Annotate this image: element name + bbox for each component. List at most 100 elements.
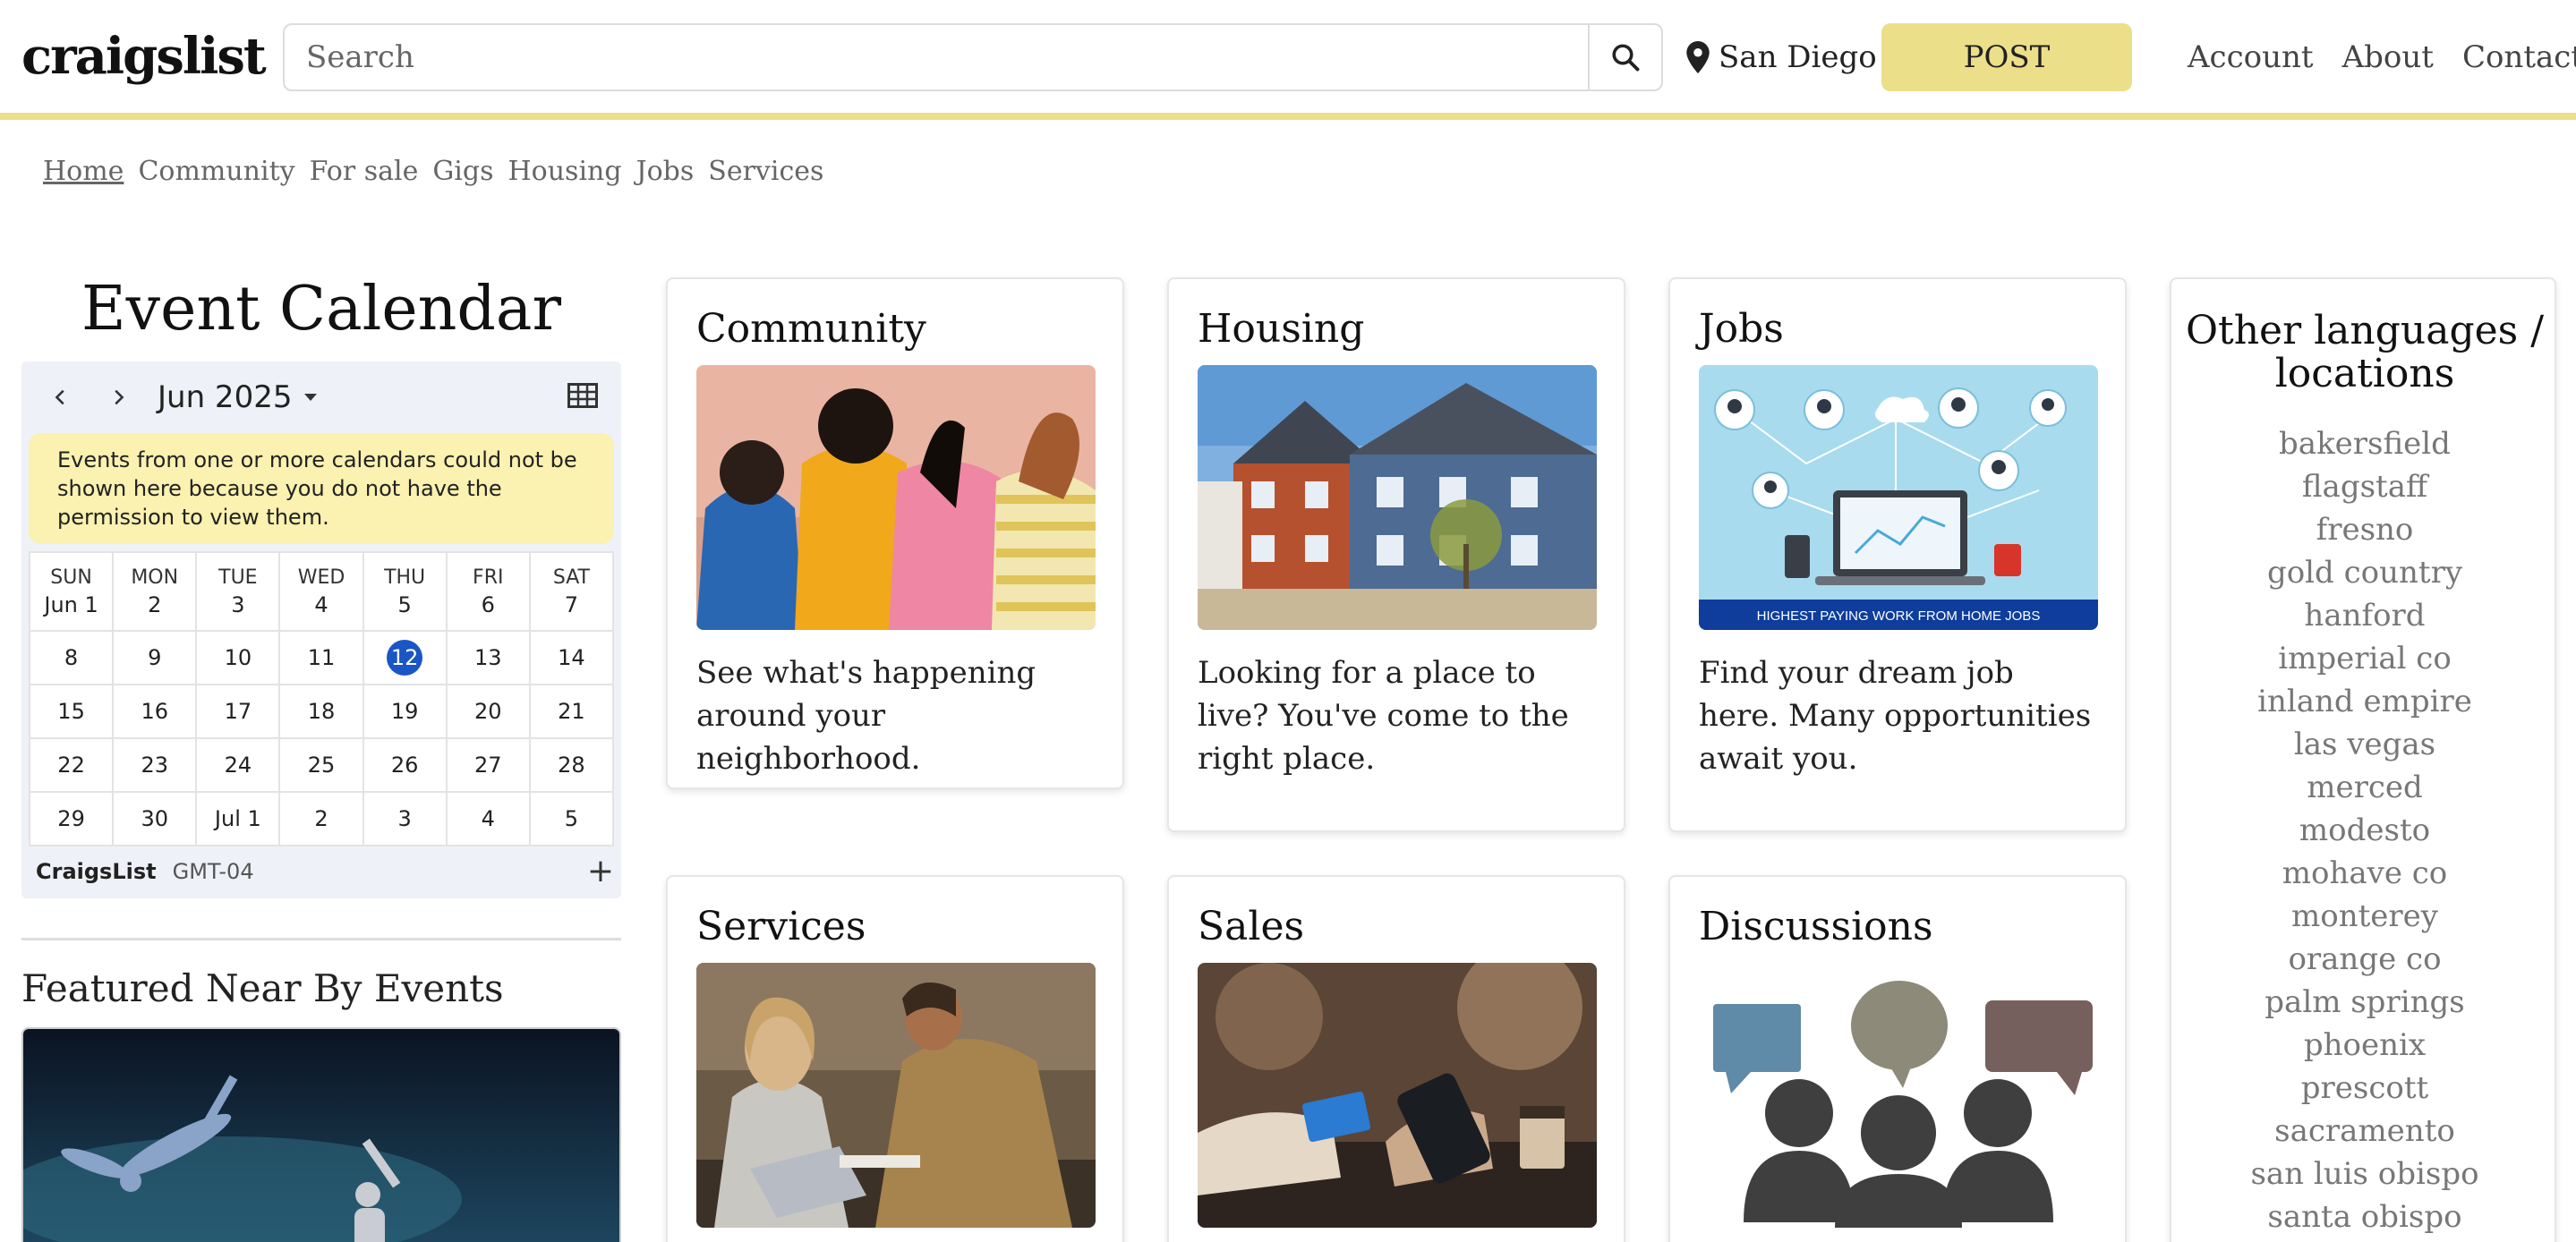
- location-link[interactable]: prescott: [2171, 1067, 2558, 1110]
- location-link[interactable]: sacramento: [2171, 1110, 2558, 1153]
- location-link[interactable]: inland empire: [2171, 680, 2558, 723]
- calendar-day-cell[interactable]: 22: [28, 737, 115, 793]
- card-services[interactable]: Services: [666, 875, 1124, 1242]
- calendar-day-cell[interactable]: 23: [112, 737, 198, 793]
- card-jobs[interactable]: Jobs HIGHEST PAYING WORK FROM HOME JOBS …: [1668, 277, 2127, 832]
- day-number: 4: [314, 592, 328, 617]
- nav-community[interactable]: Community: [138, 156, 294, 187]
- nav-gigs[interactable]: Gigs: [432, 156, 493, 187]
- location-link[interactable]: modesto: [2171, 809, 2558, 852]
- calendar-day-cell[interactable]: TUE 3: [195, 551, 281, 632]
- calendar-day-cell[interactable]: 18: [278, 684, 364, 739]
- calendar-week-row: 8 9 10 11 12 13 14: [28, 630, 615, 685]
- card-community[interactable]: Community See what's happening around yo…: [666, 277, 1124, 789]
- calendar-day-cell[interactable]: 13: [445, 630, 531, 685]
- location-link[interactable]: merced: [2171, 766, 2558, 809]
- calendar-day-cell[interactable]: 24: [195, 737, 281, 793]
- card-title: Community: [696, 306, 926, 352]
- card-discussions[interactable]: Discussions: [1668, 875, 2127, 1242]
- location-link[interactable]: mohave co: [2171, 852, 2558, 895]
- calendar-day-cell[interactable]: 8: [28, 630, 115, 685]
- calendar-day-cell[interactable]: 15: [28, 684, 115, 739]
- event-calendar: Jun 2025 Events from one or more calenda…: [21, 362, 621, 898]
- calendar-day-cell[interactable]: 4: [445, 791, 531, 846]
- location-selector[interactable]: San Diego: [1686, 32, 1877, 82]
- calendar-day-cell[interactable]: THU 5: [362, 551, 448, 632]
- account-link[interactable]: Account: [2188, 39, 2314, 75]
- calendar-week-row: 15 16 17 18 19 20 21: [28, 684, 615, 739]
- search-input[interactable]: [285, 25, 1590, 89]
- nav-housing[interactable]: Housing: [508, 156, 622, 187]
- location-link[interactable]: fresno: [2171, 508, 2558, 551]
- calendar-day-cell[interactable]: WED 4: [278, 551, 364, 632]
- location-link[interactable]: orange co: [2171, 938, 2558, 981]
- calendar-day-cell[interactable]: 3: [362, 791, 448, 846]
- calendar-day-cell[interactable]: MON 2: [112, 551, 198, 632]
- calendar-day-cell[interactable]: 9: [112, 630, 198, 685]
- calendar-name: CraigsList: [36, 859, 157, 884]
- location-link[interactable]: imperial co: [2171, 637, 2558, 680]
- location-link[interactable]: palm springs: [2171, 981, 2558, 1024]
- card-title: Discussions: [1699, 904, 1933, 949]
- calendar-day-cell-today[interactable]: 12: [362, 630, 448, 685]
- location-link[interactable]: bakersfield: [2171, 422, 2558, 465]
- search-button[interactable]: [1588, 25, 1661, 89]
- location-link[interactable]: hanford: [2171, 594, 2558, 637]
- month-selector[interactable]: Jun 2025: [158, 379, 319, 415]
- day-number: 5: [397, 592, 412, 617]
- month-label: Jun 2025: [158, 379, 293, 415]
- nav-services[interactable]: Services: [708, 156, 823, 187]
- calendar-day-cell[interactable]: 11: [278, 630, 364, 685]
- calendar-day-cell[interactable]: 2: [278, 791, 364, 846]
- calendar-day-cell[interactable]: 30: [112, 791, 198, 846]
- location-link[interactable]: san luis obispo: [2171, 1153, 2558, 1195]
- card-sales[interactable]: Sales: [1167, 875, 1625, 1242]
- about-link[interactable]: About: [2342, 39, 2434, 75]
- calendar-day-cell[interactable]: 28: [528, 737, 615, 793]
- calendar-day-cell[interactable]: 16: [112, 684, 198, 739]
- chevron-left-icon: [55, 389, 64, 405]
- calendar-day-cell[interactable]: 26: [362, 737, 448, 793]
- search-icon: [1612, 44, 1640, 72]
- add-calendar-button[interactable]: +: [587, 855, 614, 888]
- calendar-day-cell[interactable]: 29: [28, 791, 115, 846]
- location-link[interactable]: las vegas: [2171, 723, 2558, 766]
- location-link[interactable]: flagstaff: [2171, 465, 2558, 508]
- next-month-button[interactable]: [102, 381, 134, 413]
- day-name: SAT: [552, 566, 590, 589]
- calendar-day-cell[interactable]: 17: [195, 684, 281, 739]
- card-title: Services: [696, 904, 866, 949]
- calendar-day-cell[interactable]: 25: [278, 737, 364, 793]
- nav-for-sale[interactable]: For sale: [310, 156, 419, 187]
- calendar-header-row: SUN Jun 1 MON 2 TUE 3 WED 4 THU 5 FRI 6 SAT 7: [28, 551, 615, 632]
- calendar-day-cell[interactable]: 27: [445, 737, 531, 793]
- calendar-day-cell[interactable]: FRI 6: [445, 551, 531, 632]
- card-image: [1198, 963, 1597, 1228]
- calendar-day-cell[interactable]: 10: [195, 630, 281, 685]
- featured-event-image[interactable]: [21, 1027, 621, 1242]
- calendar-day-cell[interactable]: 20: [445, 684, 531, 739]
- calendar-day-cell[interactable]: 5: [528, 791, 615, 846]
- site-logo[interactable]: craigslist: [21, 27, 267, 86]
- nav-jobs[interactable]: Jobs: [636, 156, 695, 187]
- calendar-day-cell[interactable]: 21: [528, 684, 615, 739]
- calendar-day-cell[interactable]: 19: [362, 684, 448, 739]
- nav-home[interactable]: Home: [43, 156, 124, 187]
- site-header: craigslist San Diego POST Account About …: [0, 0, 2576, 120]
- location-link[interactable]: phoenix: [2171, 1024, 2558, 1067]
- location-link[interactable]: gold country: [2171, 551, 2558, 594]
- calendar-day-cell[interactable]: Jul 1: [195, 791, 281, 846]
- card-description: Looking for a place to live? You've come…: [1198, 655, 1569, 777]
- location-link[interactable]: monterey: [2171, 895, 2558, 938]
- location-link[interactable]: santa obispo: [2171, 1195, 2558, 1238]
- prev-month-button[interactable]: [45, 381, 77, 413]
- card-housing[interactable]: Housing Looking for a place to live? You…: [1167, 277, 1625, 832]
- featured-events-title: Featured Near By Events: [21, 966, 504, 1010]
- calendar-day-cell[interactable]: SAT 7: [528, 551, 615, 632]
- calendar-day-cell[interactable]: SUN Jun 1: [28, 551, 115, 632]
- calendar-view-button[interactable]: [567, 383, 598, 412]
- calendar-day-cell[interactable]: 14: [528, 630, 615, 685]
- day-number: Jun 1: [44, 592, 98, 617]
- contact-link[interactable]: Contact: [2462, 39, 2576, 75]
- post-button[interactable]: POST: [1881, 23, 2132, 91]
